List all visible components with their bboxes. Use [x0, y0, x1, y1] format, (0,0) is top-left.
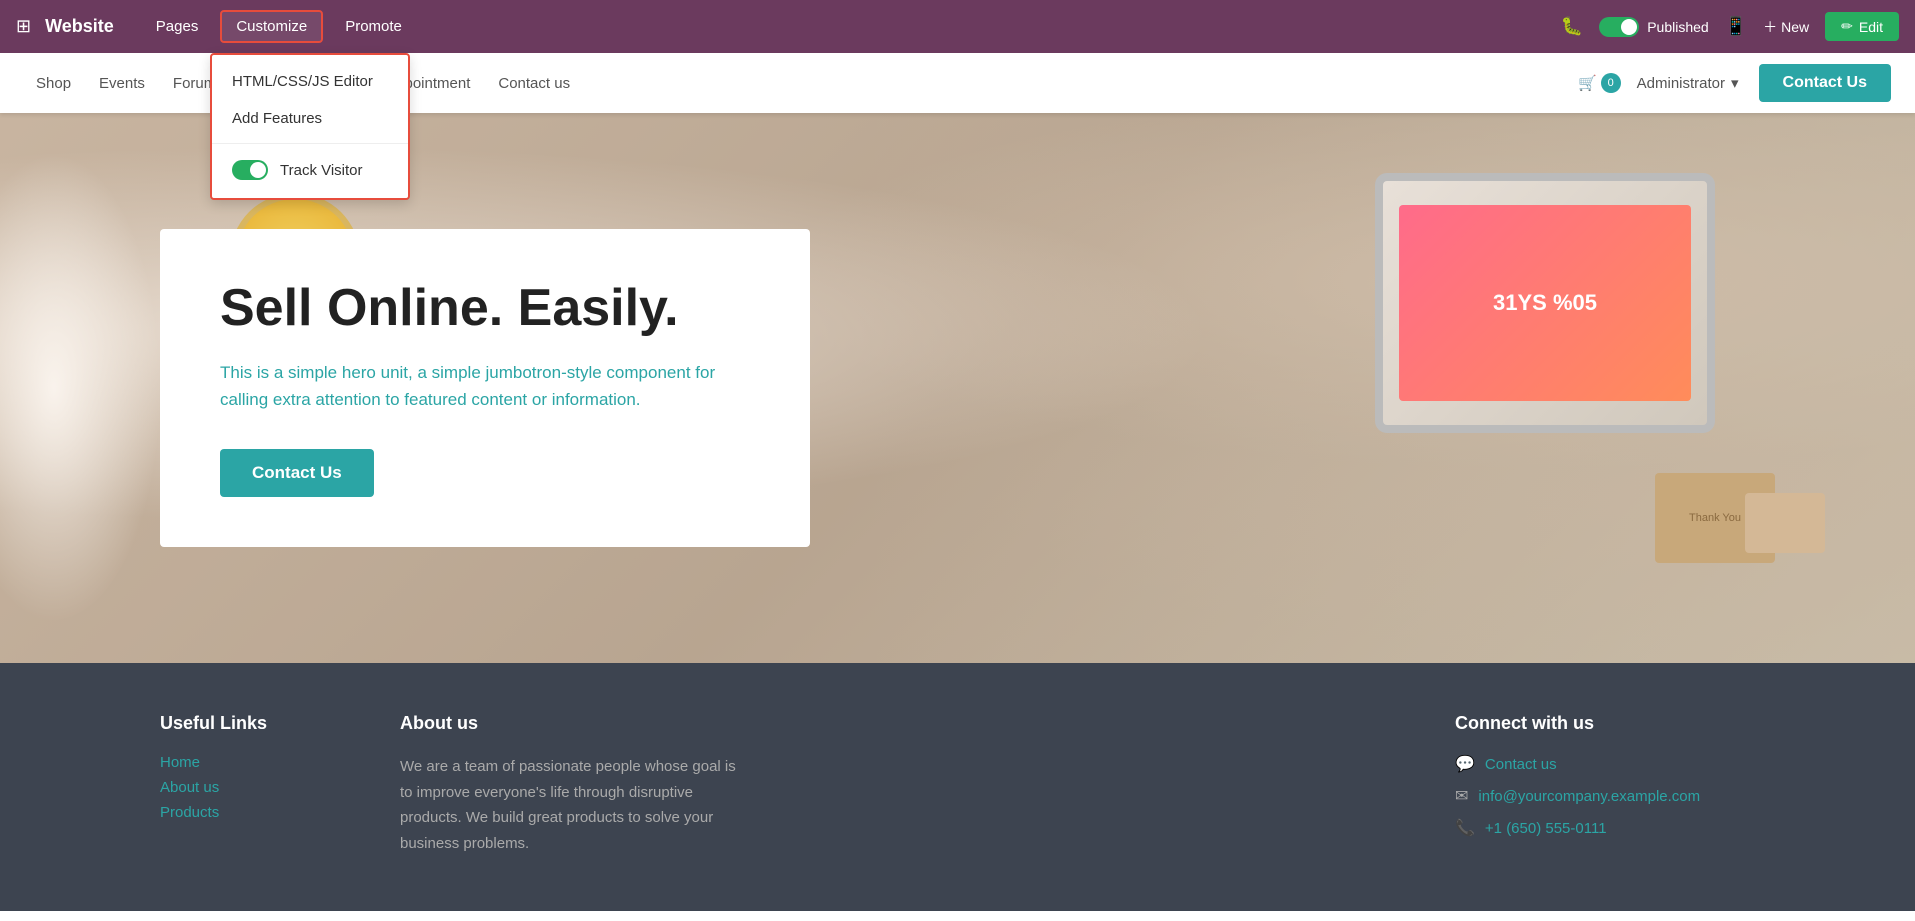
- admin-bar: ⊞ Website Pages Customize Promote 🐛 Publ…: [0, 0, 1915, 53]
- footer-connect: Connect with us 💬 Contact us ✉ info@your…: [1455, 713, 1755, 856]
- dropdown-divider: [212, 143, 408, 144]
- add-features-item[interactable]: Add Features: [212, 100, 408, 137]
- footer-spacer: [790, 713, 1415, 856]
- customize-nav[interactable]: Customize: [220, 10, 323, 43]
- track-visitor-toggle[interactable]: [232, 160, 268, 180]
- phone-number: +1 (650) 555-0111: [1485, 820, 1607, 837]
- track-visitor-row[interactable]: Track Visitor: [212, 150, 408, 190]
- published-label: Published: [1647, 19, 1709, 35]
- gift-illustration: Thank You: [1635, 423, 1835, 583]
- chevron-down-icon: ▾: [1731, 74, 1739, 92]
- contact-us-footer-link[interactable]: Contact us: [1485, 756, 1557, 773]
- footer-grid: Useful Links Home About us Products Abou…: [160, 713, 1755, 856]
- connect-email: ✉ info@yourcompany.example.com: [1455, 786, 1755, 806]
- cart-badge: 0: [1601, 73, 1621, 93]
- cart-icon[interactable]: 🛒 0: [1578, 73, 1621, 93]
- admin-user-menu[interactable]: Administrator ▾: [1637, 74, 1739, 92]
- footer-about-us: About us We are a team of passionate peo…: [400, 713, 750, 856]
- admin-brand: Website: [45, 16, 114, 37]
- publish-switch[interactable]: [1599, 17, 1639, 37]
- bug-icon: 🐛: [1561, 16, 1583, 37]
- published-toggle[interactable]: Published: [1599, 17, 1709, 37]
- footer-link-products[interactable]: Products: [160, 804, 360, 821]
- footer-link-about[interactable]: About us: [160, 779, 360, 796]
- customize-dropdown: HTML/CSS/JS Editor Add Features Track Vi…: [210, 53, 410, 200]
- footer-useful-links: Useful Links Home About us Products: [160, 713, 360, 856]
- nav-shop[interactable]: Shop: [24, 69, 83, 98]
- html-css-editor-item[interactable]: HTML/CSS/JS Editor: [212, 63, 408, 100]
- connect-contact: 💬 Contact us: [1455, 754, 1755, 774]
- useful-links-title: Useful Links: [160, 713, 360, 734]
- plus-icon: ＋: [1763, 17, 1777, 37]
- about-us-text: We are a team of passionate people whose…: [400, 754, 750, 856]
- email-icon: ✉: [1455, 786, 1468, 806]
- grid-icon[interactable]: ⊞: [16, 16, 31, 37]
- tablet-illustration: 31YS %05: [1375, 173, 1715, 433]
- chat-icon: 💬: [1455, 754, 1475, 774]
- connect-phone: 📞 +1 (650) 555-0111: [1455, 818, 1755, 838]
- new-button[interactable]: ＋ New: [1763, 17, 1809, 37]
- hero-deco-left: [0, 113, 180, 663]
- email-link[interactable]: info@yourcompany.example.com: [1478, 788, 1700, 805]
- about-us-title: About us: [400, 713, 750, 734]
- hero-title: Sell Online. Easily.: [220, 279, 750, 339]
- connect-title: Connect with us: [1455, 713, 1755, 734]
- edit-button[interactable]: ✏ Edit: [1825, 12, 1899, 41]
- nav-events[interactable]: Events: [87, 69, 157, 98]
- nav-contact-us[interactable]: Contact us: [486, 69, 582, 98]
- contact-us-nav-button[interactable]: Contact Us: [1759, 64, 1891, 102]
- footer: Useful Links Home About us Products Abou…: [0, 663, 1915, 911]
- phone-icon: 📞: [1455, 818, 1475, 838]
- mobile-icon[interactable]: 📱: [1725, 16, 1747, 37]
- admin-bar-right: 🐛 Published 📱 ＋ New ✏ Edit: [1561, 12, 1899, 41]
- promote-nav[interactable]: Promote: [331, 12, 416, 41]
- pencil-icon: ✏: [1841, 18, 1853, 35]
- admin-bar-left: ⊞ Website Pages Customize Promote: [16, 10, 416, 43]
- pages-nav[interactable]: Pages: [142, 12, 213, 41]
- hero-cta-button[interactable]: Contact Us: [220, 449, 374, 497]
- track-visitor-label: Track Visitor: [280, 162, 363, 179]
- hero-content: Sell Online. Easily. This is a simple he…: [160, 229, 810, 547]
- footer-link-home[interactable]: Home: [160, 754, 360, 771]
- hero-subtitle: This is a simple hero unit, a simple jum…: [220, 359, 750, 413]
